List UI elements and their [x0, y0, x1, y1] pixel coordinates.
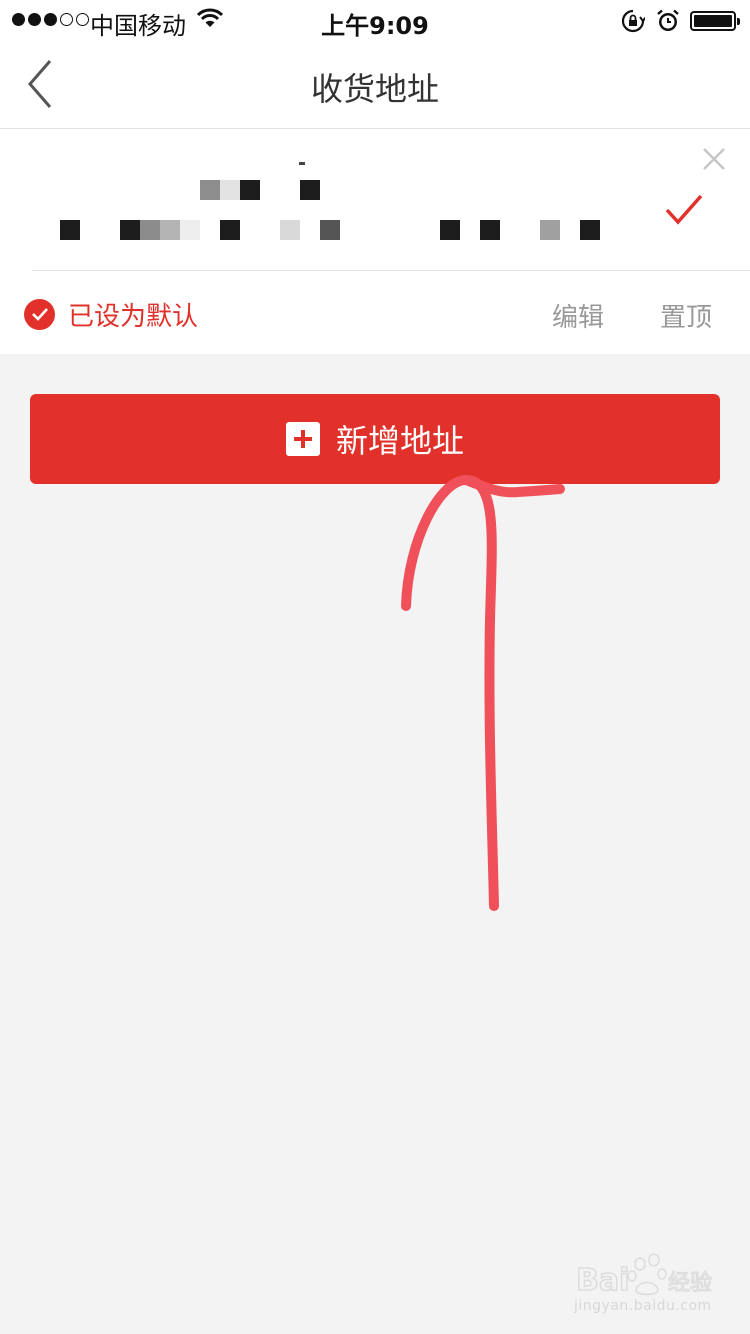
alarm-clock-icon: [657, 9, 679, 31]
battery-icon: [690, 11, 740, 31]
watermark-url: jingyan.baidu.com: [574, 1298, 712, 1314]
page-title: 收货地址: [310, 70, 439, 108]
plus-square-icon: [285, 422, 320, 456]
add-address-label: 新增地址: [335, 422, 464, 460]
address-card[interactable]: 已设为默认 编辑 置顶: [0, 129, 750, 354]
check-circle-icon: [24, 298, 55, 330]
status-bar: 中国移动 上午9:09: [0, 0, 750, 40]
default-address-toggle[interactable]: 已设为默认: [24, 297, 199, 332]
svg-text:Bai: Bai: [576, 1263, 629, 1298]
close-icon[interactable]: [700, 145, 728, 173]
edit-button[interactable]: 编辑: [552, 297, 604, 334]
svg-text:经验: 经验: [668, 1271, 712, 1296]
selected-check-icon: [665, 194, 703, 225]
nav-bar: 收货地址: [0, 40, 750, 129]
pin-to-top-button[interactable]: 置顶: [660, 297, 712, 334]
card-divider: [32, 270, 750, 271]
default-label: 已设为默认: [68, 301, 199, 332]
orientation-lock-icon: [621, 9, 645, 33]
add-address-button[interactable]: 新增地址: [30, 394, 720, 484]
